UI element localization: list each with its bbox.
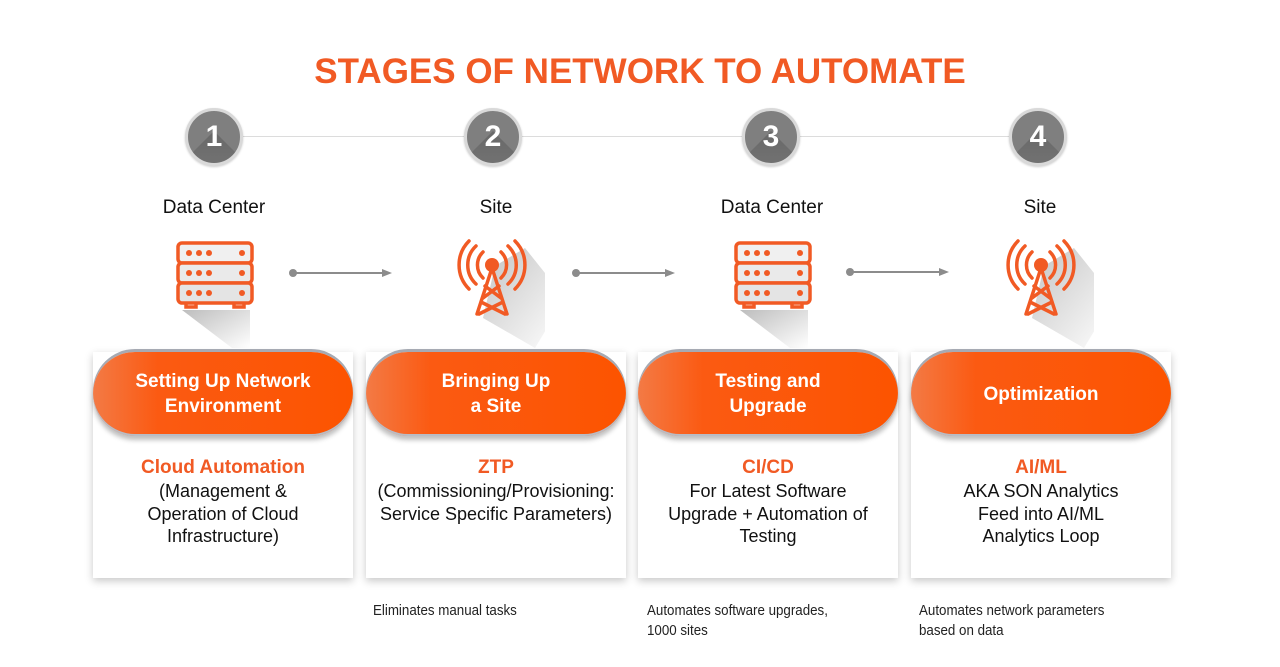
- cell-tower-icon: [1006, 239, 1094, 348]
- stage-card-1: Setting Up Network Environment Cloud Aut…: [93, 352, 353, 578]
- step-number-4: 4: [1009, 108, 1067, 166]
- cell-tower-icon: [457, 239, 545, 348]
- stage-heading: Cloud Automation: [141, 457, 305, 478]
- server-rack-icon: [734, 241, 812, 348]
- stage-description: AKA SON Analytics Feed into AI/ML Analyt…: [963, 481, 1119, 546]
- stage-location-4: Site: [1023, 197, 1057, 218]
- stage-card-3: Testing and Upgrade CI/CD For Latest Sof…: [638, 352, 898, 578]
- flow-arrow: [572, 269, 675, 277]
- stage-note-4: Automates network parameters based on da…: [919, 603, 1105, 639]
- stage-description: (Commissioning/Provisioning: Service Spe…: [377, 481, 615, 524]
- stage-title-pill: Optimization: [911, 352, 1171, 436]
- stage-description: (Management & Operation of Cloud Infrast…: [147, 481, 299, 546]
- timeline-connector: [214, 136, 1038, 137]
- stage-description: For Latest Software Upgrade + Automation…: [668, 481, 868, 546]
- step-number-3: 3: [742, 108, 800, 166]
- stage-card-4: Optimization AI/ML AKA SON Analytics Fee…: [911, 352, 1171, 578]
- stage-heading: CI/CD: [742, 457, 794, 478]
- stage-card-2: Bringing Up a Site ZTP (Commissioning/Pr…: [366, 352, 626, 578]
- stage-note-3: Automates software upgrades, 1000 sites: [647, 603, 828, 639]
- stage-title-pill: Setting Up Network Environment: [93, 352, 353, 436]
- flow-arrow: [289, 269, 392, 277]
- stage-location-2: Site: [479, 197, 513, 218]
- step-number-1: 1: [185, 108, 243, 166]
- stage-title-pill: Testing and Upgrade: [638, 352, 898, 436]
- stage-heading: AI/ML: [1015, 457, 1067, 478]
- server-rack-icon: [176, 241, 254, 348]
- stage-location-3: Data Center: [720, 197, 824, 218]
- stage-note-2: Eliminates manual tasks: [373, 603, 517, 619]
- page-title: STAGES OF NETWORK TO AUTOMATE: [314, 52, 966, 91]
- step-number-2: 2: [464, 108, 522, 166]
- flow-arrow: [846, 268, 949, 276]
- stage-title-pill: Bringing Up a Site: [366, 352, 626, 436]
- stage-heading: ZTP: [478, 457, 514, 478]
- stage-location-1: Data Center: [162, 197, 266, 218]
